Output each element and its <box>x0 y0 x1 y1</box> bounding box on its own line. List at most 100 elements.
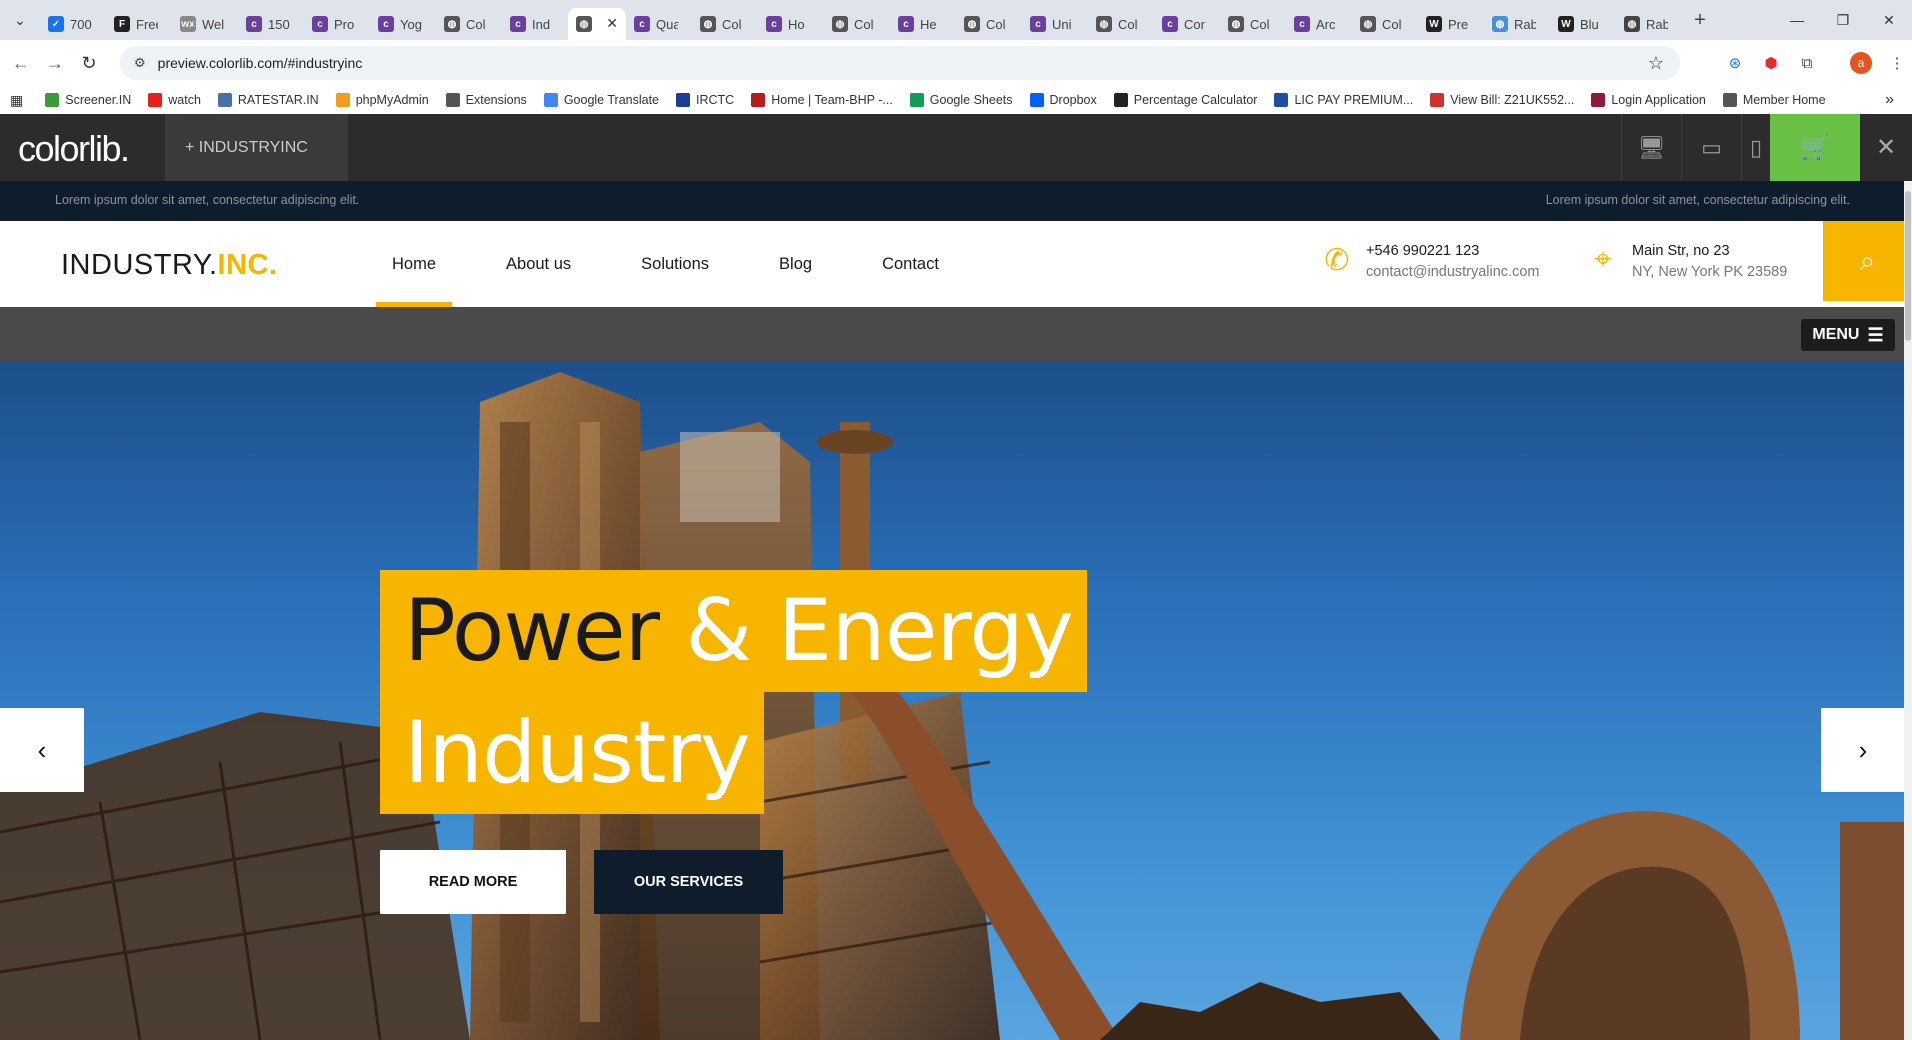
bookmark-item[interactable]: Percentage Calculator <box>1113 93 1257 107</box>
mobile-view-icon[interactable]: ▯ <box>1741 114 1770 181</box>
bookmark-item[interactable]: RATESTAR.IN <box>217 93 319 107</box>
browser-tab[interactable]: W Blu <box>1550 8 1616 40</box>
extensions-puzzle-icon[interactable]: ⧉ <box>1792 48 1822 78</box>
tab-favicon-icon: c <box>1030 16 1046 32</box>
browser-tab[interactable]: wx Wel <box>172 8 238 40</box>
search-icon[interactable]: ⌕ <box>1823 221 1912 301</box>
bookmark-item[interactable]: Login Application <box>1591 93 1706 107</box>
browser-tab[interactable]: ◍ Col <box>956 8 1022 40</box>
our-services-button[interactable]: OUR SERVICES <box>594 850 783 914</box>
bookmark-item[interactable]: Google Sheets <box>909 93 1013 107</box>
bookmark-favicon-icon <box>1591 93 1606 107</box>
profile-avatar[interactable]: a <box>1850 52 1872 74</box>
new-tab-button[interactable]: + <box>1682 9 1718 32</box>
restore-button[interactable]: ❐ <box>1820 0 1866 40</box>
bookmark-item[interactable]: phpMyAdmin <box>335 93 429 107</box>
close-preview-icon[interactable]: ✕ <box>1860 114 1912 181</box>
nav-item-solutions[interactable]: Solutions <box>625 221 725 307</box>
tab-title: 700 <box>70 16 92 32</box>
bookmark-label: RATESTAR.IN <box>237 93 319 107</box>
slider-next-arrow-icon[interactable]: › <box>1821 708 1905 792</box>
bookmark-star-icon[interactable]: ☆ <box>1648 53 1664 74</box>
bookmark-item[interactable]: Google Translate <box>543 93 659 107</box>
nav-item-home[interactable]: Home <box>376 221 453 307</box>
browser-tab[interactable]: ◍ Rab <box>1616 8 1682 40</box>
browser-tab[interactable]: c Pro <box>304 8 370 40</box>
browser-tab[interactable]: c Ho <box>758 8 824 40</box>
bookmark-favicon-icon <box>1113 93 1128 107</box>
nav-item-contact[interactable]: Contact <box>866 221 955 307</box>
browser-tab[interactable]: F Free <box>106 8 172 40</box>
site-info-icon[interactable]: ⚙ <box>134 55 146 71</box>
more-bookmarks-icon[interactable]: » <box>1885 91 1894 109</box>
tab-title: Arc <box>1316 16 1336 32</box>
browser-tab[interactable]: c Qua <box>626 8 692 40</box>
tab-title: Col <box>1118 16 1138 32</box>
tab-favicon-icon: c <box>510 16 526 32</box>
reload-button[interactable]: ↻ <box>72 53 106 74</box>
bookmark-item[interactable]: Screener.IN <box>45 93 131 107</box>
bookmark-item[interactable]: Dropbox <box>1029 93 1097 107</box>
omnibox[interactable]: ⚙ preview.colorlib.com/#industryinc ☆ <box>120 46 1680 80</box>
theme-selector[interactable]: + INDUSTRYINC <box>165 114 348 181</box>
tablet-view-icon[interactable]: ▭ <box>1681 114 1741 181</box>
nav-item-about-us[interactable]: About us <box>490 221 587 307</box>
browser-tab-strip: ⌄ ✓700FFreewxWelc150cProcYog◍ColcInd◍✕cQ… <box>0 0 1912 40</box>
extension-globe-icon[interactable]: ⊛ <box>1720 48 1750 78</box>
browser-tab[interactable]: W Pre <box>1418 8 1484 40</box>
site-topbar: Lorem ipsum dolor sit amet, consectetur … <box>0 181 1912 221</box>
apps-grid-icon[interactable]: ▦ <box>10 92 23 109</box>
nav-item-blog[interactable]: Blog <box>763 221 828 307</box>
topbar-right-text: Lorem ipsum dolor sit amet, consectetur … <box>1545 193 1850 207</box>
back-button[interactable]: ← <box>4 53 38 74</box>
bookmark-item[interactable]: View Bill: Z21UK552... <box>1430 93 1574 107</box>
forward-button[interactable]: → <box>38 53 72 74</box>
close-tab-icon[interactable]: ✕ <box>606 15 618 32</box>
browser-tab[interactable]: ◍ Col <box>1352 8 1418 40</box>
scrollbar-thumb[interactable] <box>1905 191 1911 341</box>
browser-tab[interactable]: c Yog <box>370 8 436 40</box>
browser-tab[interactable]: ✓ 700 <box>40 8 106 40</box>
bookmark-favicon-icon <box>751 93 766 107</box>
menu-toggle-button[interactable]: MENU ☰ <box>1801 319 1895 351</box>
bookmark-item[interactable]: Extensions <box>445 93 527 107</box>
email-address[interactable]: contact@industryalinc.com <box>1366 264 1539 280</box>
desktop-view-icon[interactable]: 🖥 <box>1621 114 1681 181</box>
page-scrollbar[interactable] <box>1904 181 1912 1040</box>
slider-prev-arrow-icon[interactable]: ‹ <box>0 708 84 792</box>
tab-search-button[interactable]: ⌄ <box>0 0 40 40</box>
phone-number[interactable]: +546 990221 123 <box>1366 243 1539 259</box>
browser-tab[interactable]: ◍ Col <box>1220 8 1286 40</box>
browser-tab[interactable]: c He <box>890 8 956 40</box>
browser-tab[interactable]: c Ind <box>502 8 568 40</box>
extension-shield-icon[interactable]: ⬢ <box>1756 48 1786 78</box>
minimize-button[interactable]: — <box>1774 0 1820 40</box>
cart-icon[interactable]: 🛒 <box>1770 114 1860 181</box>
browser-tab[interactable]: ◍ Rab <box>1484 8 1550 40</box>
bookmark-item[interactable]: Member Home <box>1722 93 1826 107</box>
browser-tab-active[interactable]: ◍ ✕ <box>568 8 626 40</box>
tab-favicon-icon: ◍ <box>1228 16 1244 32</box>
chrome-menu-icon[interactable]: ⋮ <box>1882 48 1912 78</box>
site-logo[interactable]: INDUSTRY.INC. <box>61 249 278 282</box>
browser-tab[interactable]: c Cor <box>1154 8 1220 40</box>
browser-tab[interactable]: ◍ Col <box>692 8 758 40</box>
browser-tab[interactable]: ◍ Col <box>1088 8 1154 40</box>
bookmark-item[interactable]: IRCTC <box>676 93 734 107</box>
topbar-left-text: Lorem ipsum dolor sit amet, consectetur … <box>55 193 360 207</box>
url-text[interactable]: preview.colorlib.com/#industryinc <box>158 55 363 71</box>
browser-tab[interactable]: ◍ Col <box>436 8 502 40</box>
bookmark-favicon-icon <box>217 93 232 107</box>
read-more-button[interactable]: READ MORE <box>380 850 566 914</box>
browser-tab[interactable]: ◍ Col <box>824 8 890 40</box>
colorlib-logo[interactable]: colorlib. <box>18 128 130 170</box>
bookmark-item[interactable]: watch <box>148 93 201 107</box>
browser-tab[interactable]: c Uni <box>1022 8 1088 40</box>
browser-tab[interactable]: c Arc <box>1286 8 1352 40</box>
hero-title-dark: Power <box>404 581 660 681</box>
close-window-button[interactable]: ✕ <box>1866 0 1912 40</box>
bookmark-item[interactable]: Home | Team-BHP -... <box>751 93 893 107</box>
bookmark-item[interactable]: LIC PAY PREMIUM... <box>1274 93 1413 107</box>
browser-tab[interactable]: c 150 <box>238 8 304 40</box>
tab-title: Cor <box>1184 16 1205 32</box>
